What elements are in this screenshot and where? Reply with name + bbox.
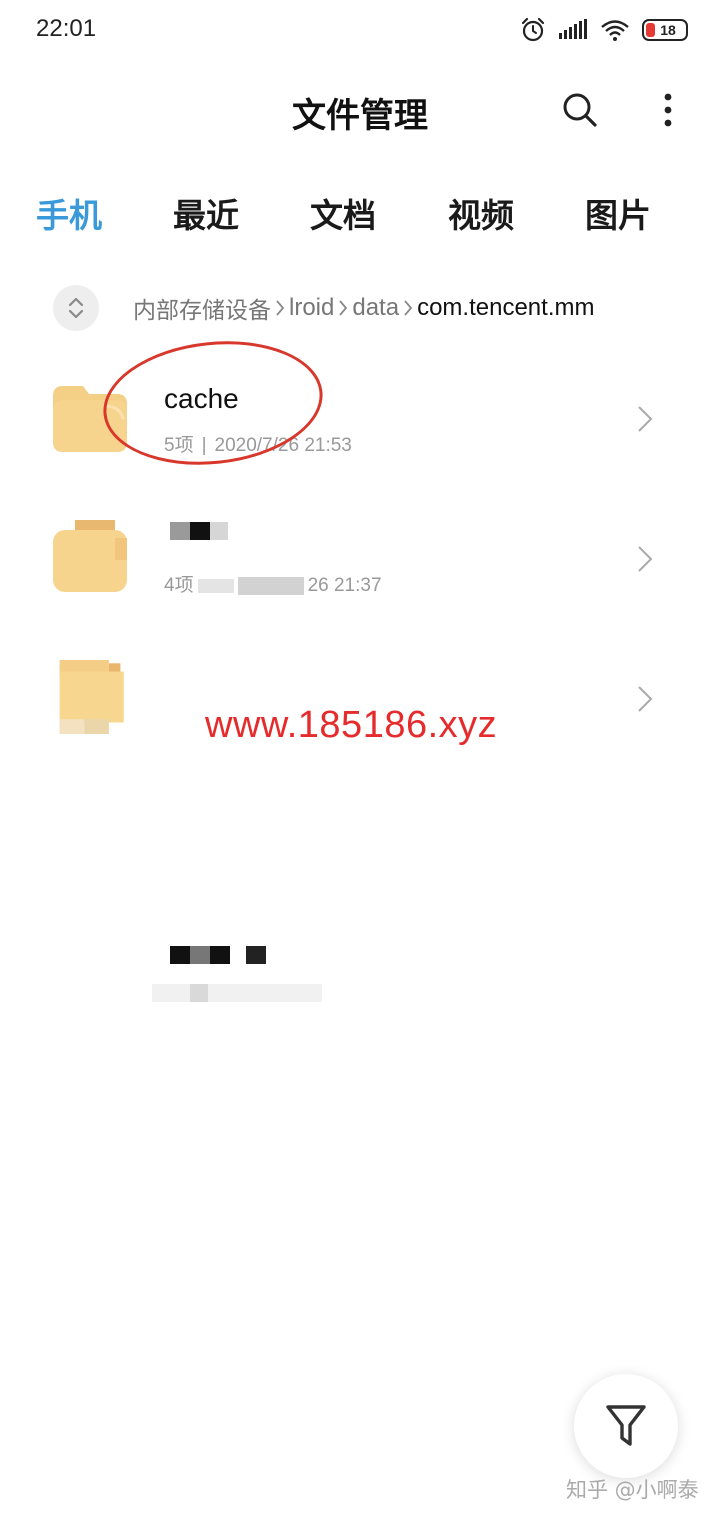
folder-icon: [59, 660, 124, 734]
blurred-meta-block: [237, 576, 304, 595]
watermark-url: www.185186.xyz: [205, 704, 498, 746]
search-button[interactable]: [554, 84, 606, 136]
filter-button[interactable]: [574, 1374, 678, 1478]
status-bar: 22:01 18: [0, 0, 720, 60]
alarm-icon: [521, 17, 545, 42]
file-modified-date: 2020/7/26 21:53: [214, 435, 352, 456]
app-header: 文件管理: [0, 70, 720, 150]
file-row-blurred-2[interactable]: [0, 630, 720, 1002]
tab-documents[interactable]: 文档: [283, 186, 403, 246]
watermark-credit: 知乎 @小啊泰: [566, 1478, 699, 1502]
status-time: 22:01: [36, 15, 97, 42]
expand-collapse-icon: [68, 297, 84, 319]
blurred-name-block: [170, 522, 190, 540]
chevron-right-icon: [638, 686, 653, 712]
more-options-button[interactable]: [642, 84, 694, 136]
file-name: cache: [164, 383, 239, 414]
file-meta: 4项 26 21:37: [164, 570, 382, 597]
tab-videos[interactable]: 视频: [421, 186, 541, 246]
chevron-right-icon: [275, 299, 285, 317]
blurred-name-block: [246, 946, 266, 964]
signal-icon: [559, 19, 587, 39]
file-row-blurred-1[interactable]: 4项 26 21:37: [0, 490, 720, 630]
wifi-icon: [601, 20, 629, 41]
page-title: 文件管理: [292, 96, 428, 136]
blurred-meta-block: [152, 984, 322, 1002]
blurred-meta-block: [197, 578, 234, 593]
blurred-name-block: [190, 946, 210, 964]
status-icons: 18: [520, 16, 688, 44]
meta-separator: |: [201, 435, 207, 456]
tab-recent[interactable]: 最近: [146, 186, 266, 246]
blurred-name-block: [210, 946, 230, 964]
file-item-count: 4项: [164, 575, 194, 596]
file-row-cache[interactable]: cache 5项 | 2020/7/26 21:53: [0, 350, 720, 490]
battery-level: 18: [660, 22, 676, 38]
battery-indicator: 18: [642, 19, 688, 41]
more-vertical-icon: [664, 93, 672, 127]
blurred-name-block: [190, 522, 210, 540]
file-meta: 5项 | 2020/7/26 21:53: [164, 430, 352, 457]
file-item-count: 5项: [164, 435, 194, 456]
breadcrumb-item-internal-storage[interactable]: 内部存储设备: [133, 291, 271, 325]
chevron-right-icon: [338, 299, 348, 317]
search-icon: [563, 93, 597, 127]
file-modified-date: 26 21:37: [307, 575, 382, 596]
breadcrumb-item-data[interactable]: data: [352, 294, 399, 322]
breadcrumb-item-android[interactable]: lroid: [289, 294, 334, 322]
folder-icon: [53, 520, 127, 592]
chevron-right-icon: [638, 406, 653, 432]
breadcrumb-path: 内部存储设备 lroid data com.tencent.mm: [133, 284, 594, 332]
chevron-right-icon: [403, 299, 413, 317]
folder-icon: [53, 386, 127, 452]
path-toggle-button[interactable]: [53, 285, 99, 331]
blurred-name-block: [210, 522, 228, 540]
blurred-meta-block: [190, 984, 208, 1002]
chevron-right-icon: [638, 546, 653, 572]
breadcrumb-item-current[interactable]: com.tencent.mm: [417, 294, 594, 322]
tab-images[interactable]: 图片: [558, 186, 678, 246]
filter-icon: [606, 1405, 646, 1446]
breadcrumb: 内部存储设备 lroid data com.tencent.mm: [0, 284, 720, 332]
category-tabs: 手机 最近 文档 视频 图片: [0, 186, 720, 246]
tab-phone[interactable]: 手机: [9, 186, 129, 246]
blurred-name-block: [170, 946, 190, 964]
